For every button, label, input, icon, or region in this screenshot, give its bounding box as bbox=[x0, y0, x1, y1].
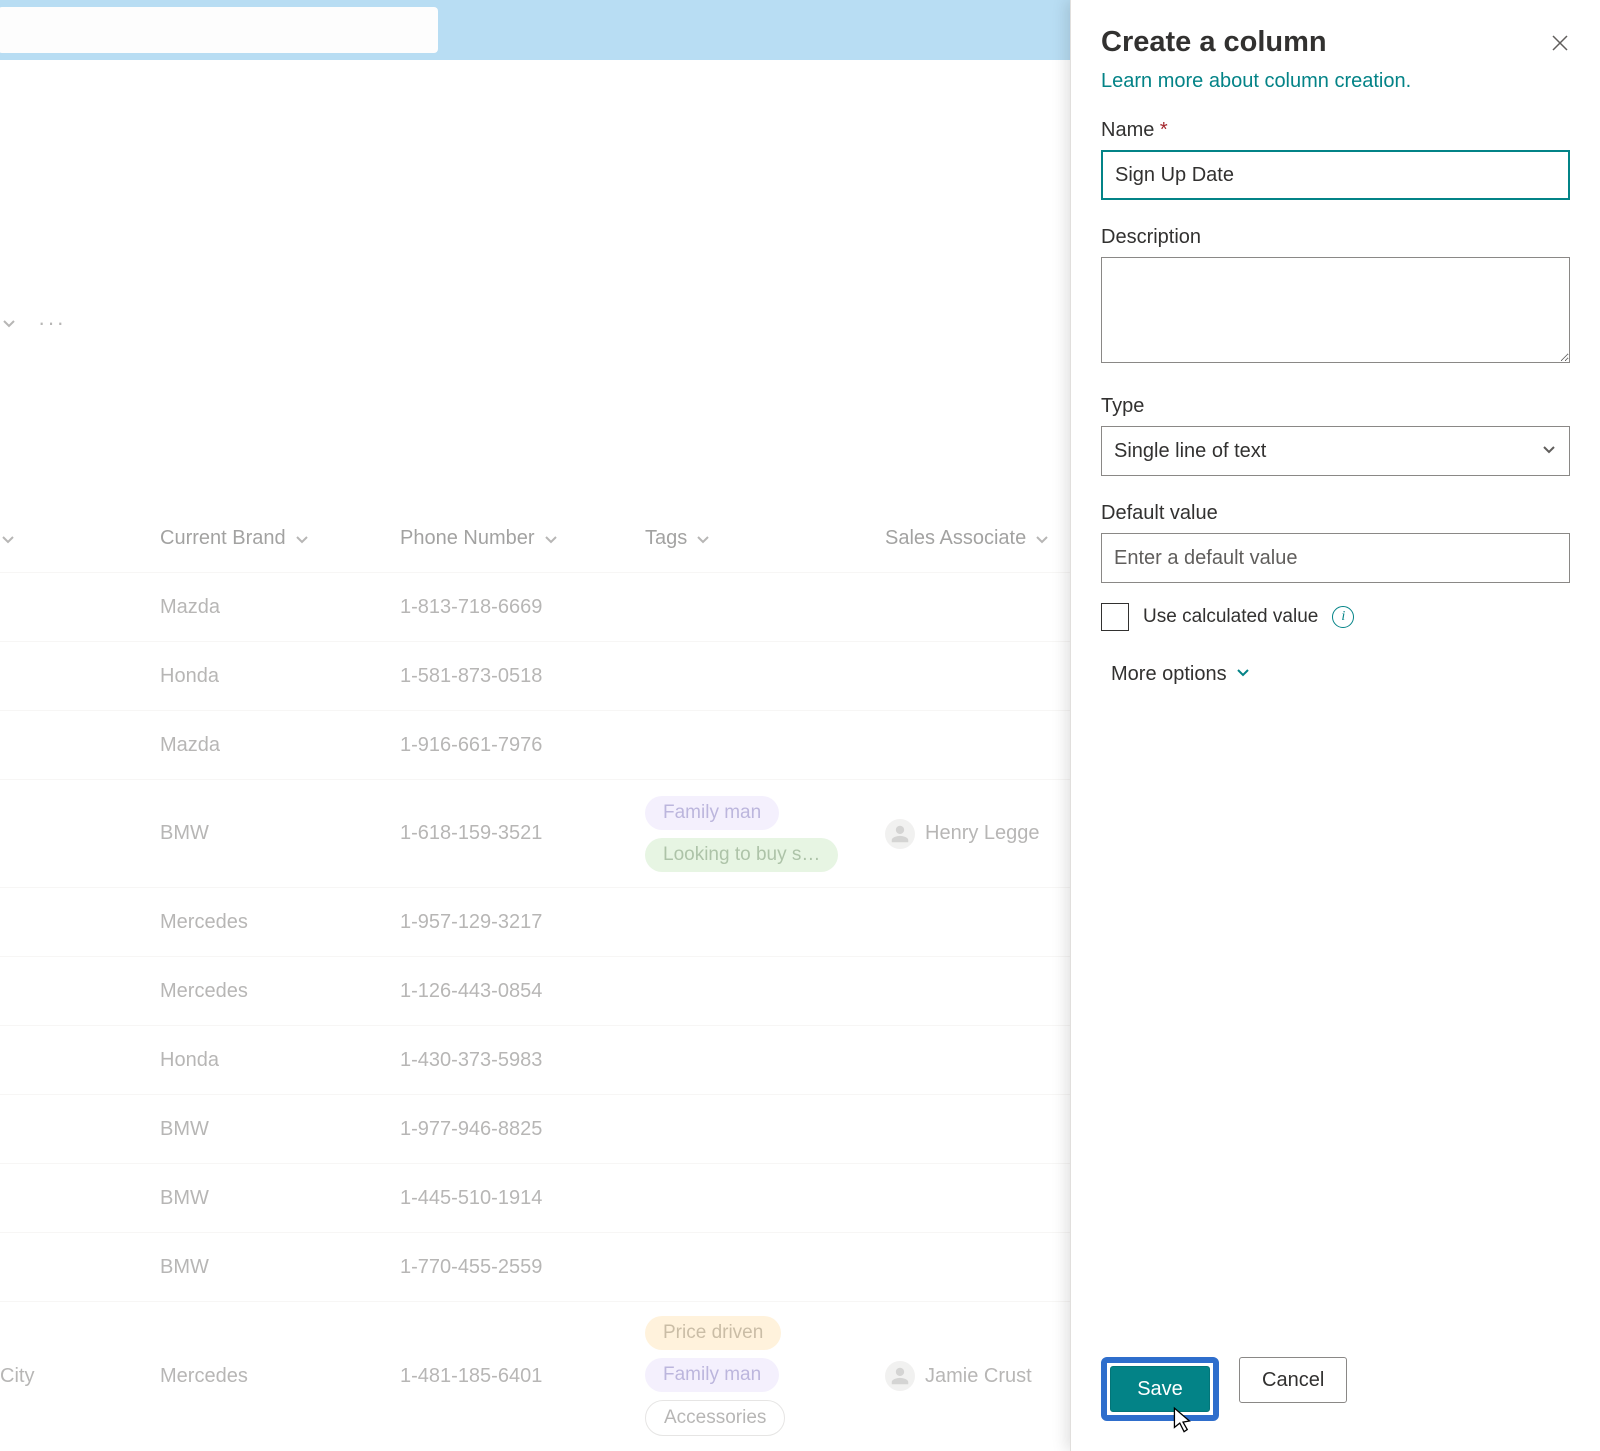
cell-partial: City bbox=[0, 1365, 160, 1388]
name-label: Name * bbox=[1101, 119, 1570, 142]
cell-tags bbox=[645, 1054, 885, 1066]
more-options-label: More options bbox=[1111, 663, 1227, 686]
tag-pill[interactable]: Family man bbox=[645, 1358, 779, 1392]
tag-pill[interactable]: Family man bbox=[645, 796, 779, 830]
cell-tags bbox=[645, 739, 885, 751]
name-label-text: Name bbox=[1101, 119, 1154, 141]
cell-tags bbox=[645, 1123, 885, 1135]
cell-tags: Price driven Family man Accessories bbox=[645, 1310, 885, 1436]
cell-brand: Mercedes bbox=[160, 911, 400, 934]
type-label: Type bbox=[1101, 395, 1570, 418]
cell-phone: 1-813-718-6669 bbox=[400, 596, 645, 619]
more-options-toggle[interactable]: More options bbox=[1101, 663, 1570, 686]
cell-tags bbox=[645, 601, 885, 613]
learn-more-link[interactable]: Learn more about column creation. bbox=[1101, 70, 1411, 93]
search-input[interactable] bbox=[0, 7, 438, 53]
cell-tags: Family man Looking to buy s… bbox=[645, 790, 885, 878]
cell-brand: Honda bbox=[160, 1049, 400, 1072]
description-label: Description bbox=[1101, 226, 1570, 249]
cell-brand: Mercedes bbox=[160, 980, 400, 1003]
cell-brand: Mercedes bbox=[160, 1365, 400, 1388]
panel-footer: Save Cancel bbox=[1071, 1337, 1600, 1451]
info-icon[interactable]: i bbox=[1332, 606, 1354, 628]
cell-brand: BMW bbox=[160, 1256, 400, 1279]
tag-pill[interactable]: Looking to buy s… bbox=[645, 838, 838, 872]
column-label: Phone Number bbox=[400, 527, 535, 550]
calculated-value-checkbox[interactable] bbox=[1101, 603, 1129, 631]
cell-phone: 1-445-510-1914 bbox=[400, 1187, 645, 1210]
calculated-value-label: Use calculated value bbox=[1143, 606, 1318, 628]
type-selected-value: Single line of text bbox=[1114, 440, 1266, 463]
cell-phone: 1-481-185-6401 bbox=[400, 1365, 645, 1388]
cell-phone: 1-618-159-3521 bbox=[400, 822, 645, 845]
cell-brand: Honda bbox=[160, 665, 400, 688]
default-value-label: Default value bbox=[1101, 502, 1570, 525]
panel-title: Create a column bbox=[1101, 26, 1327, 59]
description-input[interactable] bbox=[1101, 257, 1570, 363]
cell-phone: 1-957-129-3217 bbox=[400, 911, 645, 934]
cell-phone: 1-770-455-2559 bbox=[400, 1256, 645, 1279]
cell-tags bbox=[645, 1261, 885, 1273]
chevron-down-icon bbox=[1235, 663, 1251, 686]
chevron-down-icon bbox=[1541, 440, 1557, 463]
cell-tags bbox=[645, 985, 885, 997]
column-header-phone[interactable]: Phone Number bbox=[400, 527, 645, 550]
cell-brand: Mazda bbox=[160, 596, 400, 619]
cell-brand: BMW bbox=[160, 822, 400, 845]
cell-phone: 1-916-661-7976 bbox=[400, 734, 645, 757]
column-label: Sales Associate bbox=[885, 527, 1026, 550]
column-label: Tags bbox=[645, 527, 687, 550]
associate-name: Jamie Crust bbox=[925, 1365, 1032, 1388]
cell-phone: 1-977-946-8825 bbox=[400, 1118, 645, 1141]
toolbar-dropdown[interactable] bbox=[0, 314, 18, 332]
cell-phone: 1-126-443-0854 bbox=[400, 980, 645, 1003]
save-button[interactable]: Save bbox=[1110, 1366, 1210, 1412]
column-header-tags[interactable]: Tags bbox=[645, 527, 885, 550]
tag-pill[interactable]: Price driven bbox=[645, 1316, 781, 1350]
toolbar-row: ··· bbox=[0, 310, 66, 336]
cell-tags bbox=[645, 916, 885, 928]
tag-pill[interactable]: Accessories bbox=[645, 1400, 785, 1436]
name-input[interactable] bbox=[1101, 150, 1570, 200]
cell-tags bbox=[645, 1192, 885, 1204]
cancel-button[interactable]: Cancel bbox=[1239, 1357, 1347, 1403]
cell-brand: BMW bbox=[160, 1118, 400, 1141]
cell-phone: 1-430-373-5983 bbox=[400, 1049, 645, 1072]
avatar-icon bbox=[885, 819, 915, 849]
close-icon[interactable] bbox=[1550, 32, 1570, 60]
column-header-brand[interactable]: Current Brand bbox=[160, 527, 400, 550]
save-button-highlight: Save bbox=[1101, 1357, 1219, 1421]
cell-brand: Mazda bbox=[160, 734, 400, 757]
associate-name: Henry Legge bbox=[925, 822, 1040, 845]
default-value-input[interactable] bbox=[1101, 533, 1570, 583]
column-label: Current Brand bbox=[160, 527, 286, 550]
cell-phone: 1-581-873-0518 bbox=[400, 665, 645, 688]
more-actions-button[interactable]: ··· bbox=[38, 310, 66, 336]
required-asterisk: * bbox=[1160, 119, 1168, 141]
cell-tags bbox=[645, 670, 885, 682]
column-header-partial[interactable] bbox=[0, 531, 160, 547]
type-select[interactable]: Single line of text bbox=[1101, 426, 1570, 476]
create-column-panel: Create a column Learn more about column … bbox=[1070, 0, 1600, 1451]
cell-brand: BMW bbox=[160, 1187, 400, 1210]
avatar-icon bbox=[885, 1361, 915, 1391]
